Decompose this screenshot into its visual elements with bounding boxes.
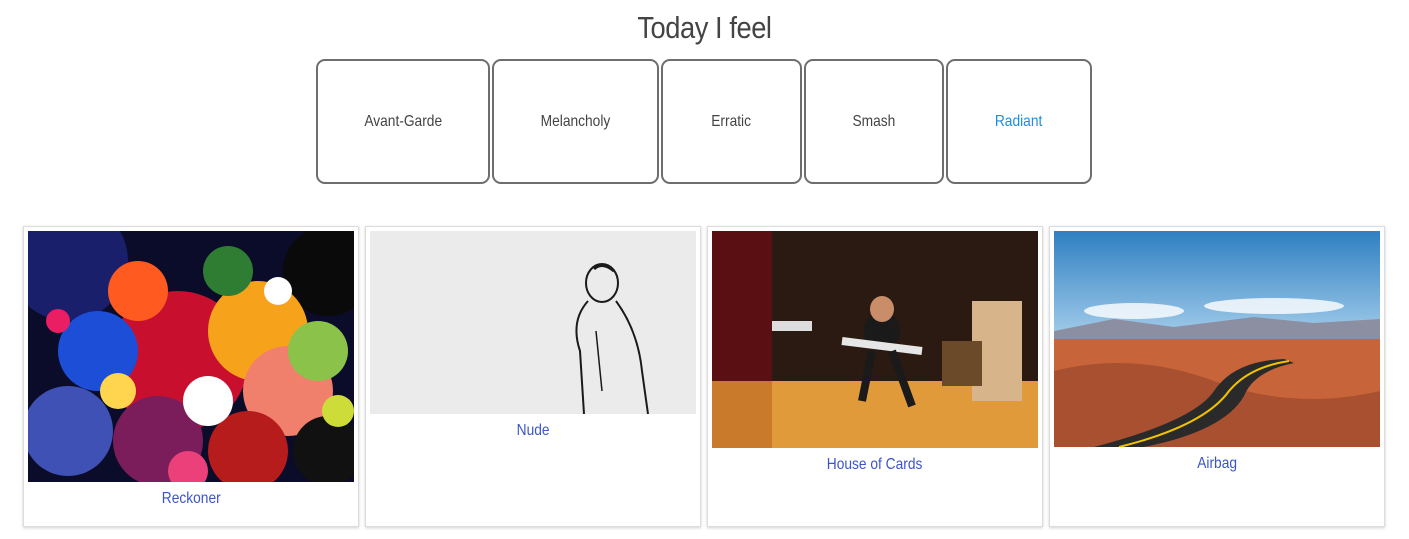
song-card-house-of-cards[interactable]: House of Cards [707, 226, 1043, 527]
song-title-link[interactable]: Reckoner [24, 490, 358, 508]
song-title-link[interactable]: Airbag [1050, 455, 1384, 473]
mood-button-melancholy[interactable]: Melancholy [492, 59, 659, 184]
mood-button-radiant[interactable]: Radiant [946, 59, 1092, 184]
album-art-guitarist-studio [712, 231, 1038, 448]
mood-button-smash[interactable]: Smash [804, 59, 944, 184]
mood-label: Radiant [995, 112, 1043, 130]
song-card-airbag[interactable]: Airbag [1049, 226, 1385, 527]
mood-label: Avant-Garde [364, 112, 442, 130]
mood-button-avant-garde[interactable]: Avant-Garde [316, 59, 490, 184]
mood-label: Melancholy [540, 112, 611, 130]
song-card-reckoner[interactable]: Reckoner [23, 226, 359, 527]
mood-button-erratic[interactable]: Erratic [661, 59, 802, 184]
song-title-link[interactable]: Nude [366, 422, 700, 440]
album-art-sketch-figure [370, 231, 696, 414]
page-title: Today I feel [637, 10, 772, 45]
album-art-desert-road [1054, 231, 1380, 447]
mood-label: Erratic [711, 112, 752, 130]
album-art-abstract-painting [28, 231, 354, 482]
page: Today I feel Avant-Garde Melancholy Erra… [0, 0, 1409, 539]
mood-label: Smash [852, 112, 896, 130]
song-card-nude[interactable]: Nude [365, 226, 701, 527]
song-title-link[interactable]: House of Cards [708, 456, 1042, 474]
